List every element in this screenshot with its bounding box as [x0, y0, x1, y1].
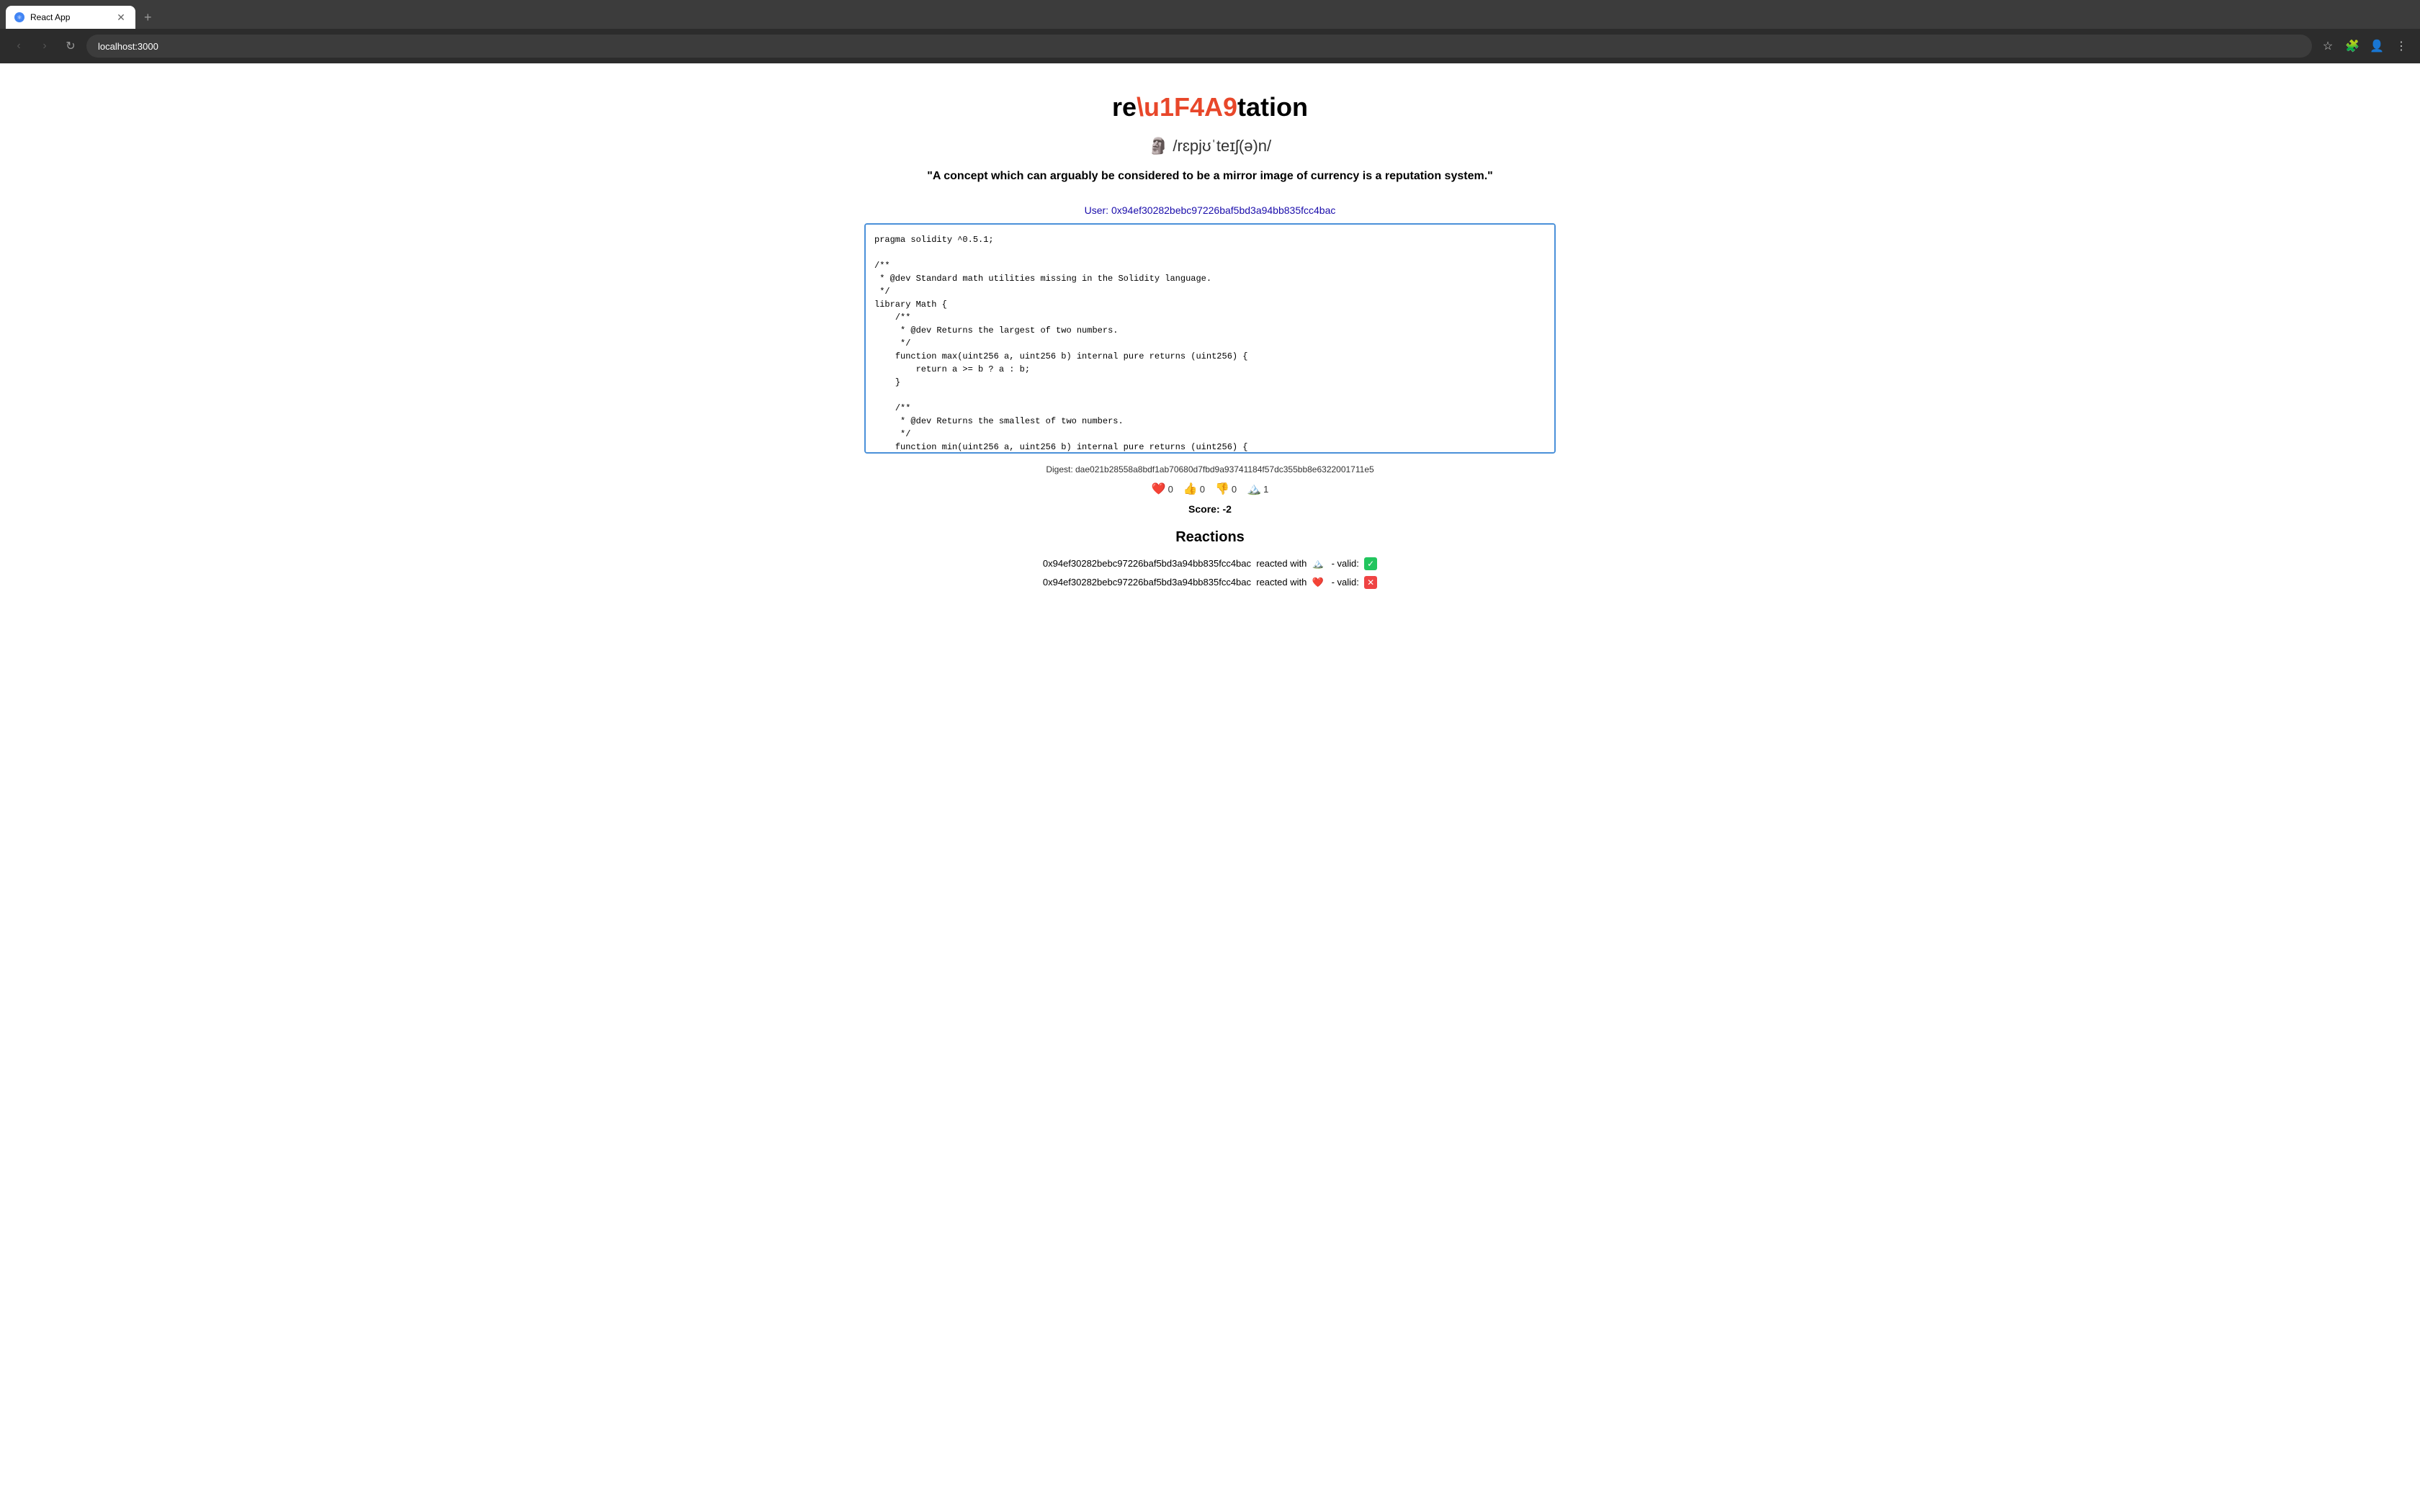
tab-close-button[interactable]: ✕ — [115, 12, 127, 23]
reaction-thumbsup-button[interactable]: 👍 0 — [1180, 480, 1208, 498]
reaction-entry-2-valid-icon: ✕ — [1364, 576, 1377, 589]
menu-icon[interactable]: ⋮ — [2391, 36, 2411, 56]
heart-emoji: ❤️ — [1152, 482, 1166, 496]
thumbsup-count: 0 — [1200, 484, 1205, 495]
reaction-entry-2-valid-label: valid: — [1337, 577, 1359, 588]
reactions-section-title: Reactions — [864, 529, 1556, 546]
browser-chrome: ⚛ React App ✕ + ‹ › ↻ ☆ 🧩 👤 ⋮ — [0, 0, 2420, 63]
pronunciation-icon: 🗿 — [1149, 137, 1168, 155]
reaction-entry-1-address: 0x94ef30282bebc97226baf5bd3a94bb835fcc4b… — [1043, 558, 1251, 569]
code-editor[interactable] — [864, 223, 1556, 454]
score-line: Score: -2 — [864, 503, 1556, 515]
tab-favicon: ⚛ — [14, 12, 24, 22]
extension-icon[interactable]: 🧩 — [2342, 36, 2362, 56]
reaction-heart-button[interactable]: ❤️ 0 — [1149, 480, 1176, 498]
pronunciation: 🗿 /rɛpjʊˈteɪʃ(ə)n/ — [864, 137, 1556, 156]
tab-bar: ⚛ React App ✕ + — [0, 0, 2420, 29]
digest-line: Digest: dae021b28558a8bdf1ab70680d7fbd9a… — [864, 464, 1556, 474]
page-content: re\u1F4A9tation 🗿 /rɛpjʊˈteɪʃ(ə)n/ "A co… — [850, 63, 1570, 624]
reaction-entry-2-reacted: reacted with — [1256, 577, 1307, 588]
thumbsdown-count: 0 — [1232, 484, 1237, 495]
title-accent: \u1F4A9 — [1137, 92, 1237, 122]
reaction-thumbsdown-button[interactable]: 👎 0 — [1212, 480, 1240, 498]
reaction-entry-1-valid-icon: ✓ — [1364, 557, 1377, 570]
profile-icon[interactable]: 👤 — [2367, 36, 2387, 56]
title-re: re — [1112, 92, 1137, 122]
reaction-entry-2-emoji: ❤️ — [1312, 577, 1324, 588]
app-title: re\u1F4A9tation — [864, 92, 1556, 122]
nav-right-icons: ☆ 🧩 👤 ⋮ — [2318, 36, 2411, 56]
heart-count: 0 — [1168, 484, 1173, 495]
reaction-entry-1-emoji: 🏔️ — [1312, 558, 1324, 569]
quote: "A concept which can arguably be conside… — [864, 170, 1556, 183]
title-rest: tation — [1237, 92, 1308, 122]
pronunciation-text: /rɛpjʊˈteɪʃ(ə)n/ — [1173, 137, 1271, 155]
bookmark-icon[interactable]: ☆ — [2318, 36, 2338, 56]
reaction-entry-1-valid-label: valid: — [1337, 558, 1359, 569]
nav-bar: ‹ › ↻ ☆ 🧩 👤 ⋮ — [0, 29, 2420, 63]
thumbsdown-emoji: 👎 — [1215, 482, 1229, 496]
new-tab-button[interactable]: + — [138, 7, 158, 28]
forward-button[interactable]: › — [35, 36, 55, 56]
back-button[interactable]: ‹ — [9, 36, 29, 56]
address-bar[interactable] — [86, 35, 2312, 58]
reaction-mountain-button[interactable]: 🏔️ 1 — [1244, 480, 1271, 498]
mountain-count: 1 — [1263, 484, 1268, 495]
active-tab[interactable]: ⚛ React App ✕ — [6, 6, 135, 29]
reaction-entry-1-reacted: reacted with — [1256, 558, 1307, 569]
reaction-entry-1: 0x94ef30282bebc97226baf5bd3a94bb835fcc4b… — [864, 557, 1556, 570]
reaction-entry-2: 0x94ef30282bebc97226baf5bd3a94bb835fcc4b… — [864, 576, 1556, 589]
thumbsup-emoji: 👍 — [1183, 482, 1198, 496]
reaction-entry-2-address: 0x94ef30282bebc97226baf5bd3a94bb835fcc4b… — [1043, 577, 1251, 588]
user-label: User: 0x94ef30282bebc97226baf5bd3a94bb83… — [864, 204, 1556, 216]
mountain-emoji: 🏔️ — [1247, 482, 1261, 496]
tab-title: React App — [30, 12, 109, 22]
reactions-bar: ❤️ 0 👍 0 👎 0 🏔️ 1 — [864, 480, 1556, 498]
reload-button[interactable]: ↻ — [60, 36, 81, 56]
